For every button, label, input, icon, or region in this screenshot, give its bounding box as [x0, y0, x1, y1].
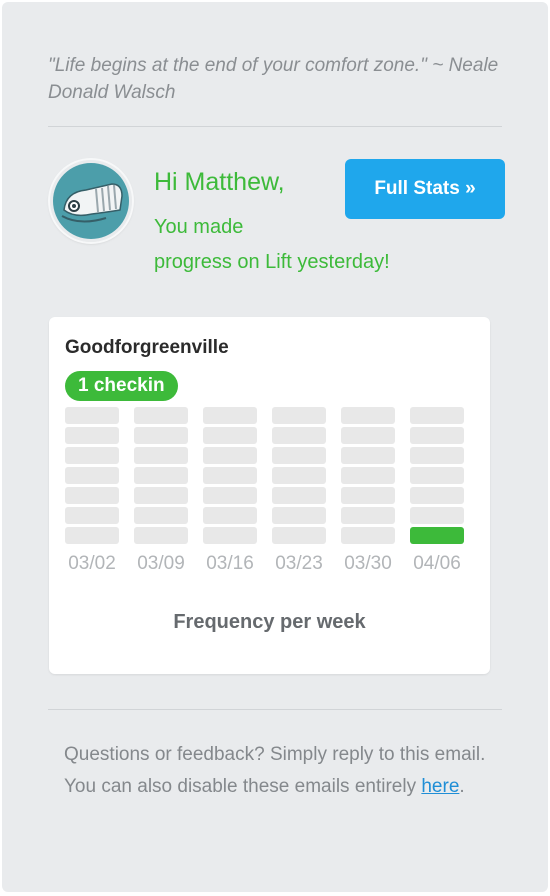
chart-cell [203, 447, 257, 464]
chart-cell [134, 467, 188, 484]
chart-cell [203, 407, 257, 424]
chart-cell [341, 447, 395, 464]
chart-cell [65, 487, 119, 504]
x-tick-label: 03/30 [344, 553, 392, 574]
chart-cell [410, 447, 464, 464]
x-tick-label: 03/16 [206, 553, 254, 574]
chart-cell [134, 507, 188, 524]
chart-cell [203, 427, 257, 444]
x-tick-label: 04/06 [413, 553, 461, 574]
chart-cell [65, 527, 119, 544]
chart-cell [272, 487, 326, 504]
greeting-line-1: You made [154, 216, 244, 238]
chart-cell [272, 467, 326, 484]
chart-cell [410, 407, 464, 424]
footer-text-after: . [459, 776, 465, 797]
chart-cell [134, 407, 188, 424]
chart-cell [272, 447, 326, 464]
chart-cell [203, 467, 257, 484]
inspirational-quote: "Life begins at the end of your comfort … [48, 55, 499, 103]
chart-cell [134, 487, 188, 504]
chart-cell [65, 427, 119, 444]
top-divider [48, 126, 502, 127]
frequency-chart [65, 407, 465, 547]
chart-bar [410, 527, 464, 544]
x-tick-label: 03/23 [275, 553, 323, 574]
whale-avatar-icon [50, 160, 132, 242]
x-tick-label: 03/02 [68, 553, 116, 574]
chart-cell [410, 507, 464, 524]
habit-card: Goodforgreenville 1 checkin 03/02 03/09 03… [49, 317, 490, 674]
chart-cell [272, 527, 326, 544]
chart-cell [341, 487, 395, 504]
greeting-line-2: progress on Lift yesterday! [154, 251, 390, 273]
chart-cell [410, 467, 464, 484]
date-axis: 03/02 03/09 03/16 03/23 03/30 04/06 [65, 553, 465, 579]
chart-cell [341, 467, 395, 484]
chart-cell [65, 447, 119, 464]
full-stats-button[interactable]: Full Stats » [345, 159, 505, 219]
x-tick-label: 03/09 [137, 553, 185, 574]
checkin-badge: 1 checkin [65, 371, 178, 401]
chart-cell [410, 487, 464, 504]
chart-cell [65, 467, 119, 484]
email-container: "Life begins at the end of your comfort … [2, 2, 548, 892]
chart-cell [65, 507, 119, 524]
chart-cell [203, 487, 257, 504]
chart-cell [272, 407, 326, 424]
chart-cell [134, 447, 188, 464]
chart-cell [203, 527, 257, 544]
chart-cell [134, 527, 188, 544]
chart-cell [272, 427, 326, 444]
chart-cell [134, 427, 188, 444]
chart-cell [65, 407, 119, 424]
chart-cell [341, 427, 395, 444]
footer-text: Questions or feedback? Simply reply to t… [64, 739, 494, 803]
chart-cell [410, 427, 464, 444]
chart-cell [341, 527, 395, 544]
chart-cell [341, 407, 395, 424]
unsubscribe-link[interactable]: here [421, 776, 459, 797]
chart-cell [341, 507, 395, 524]
chart-axis-label: Frequency per week [173, 611, 366, 633]
chart-cell [203, 507, 257, 524]
greeting-title: Hi Matthew, [154, 168, 285, 196]
habit-name: Goodforgreenville [65, 337, 229, 358]
bottom-divider [48, 709, 502, 710]
chart-cell [272, 507, 326, 524]
